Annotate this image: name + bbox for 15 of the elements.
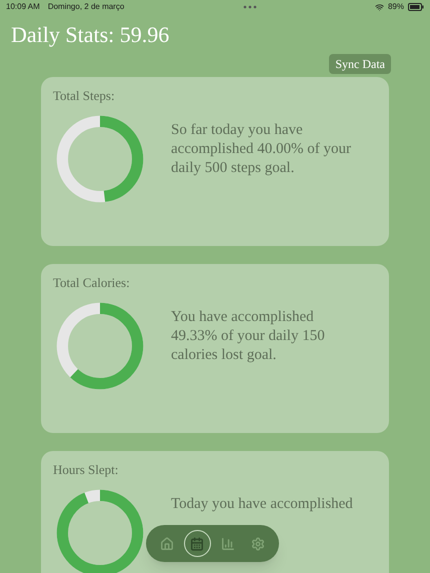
wifi-icon xyxy=(374,2,384,12)
card-description: You have accomplished 49.33% of your daily 150 calories lost goal. xyxy=(171,308,326,365)
card-description: So far today you have accomplished 40.00% of your daily 500 steps goal. xyxy=(171,121,352,178)
sync-data-button[interactable]: Sync Data xyxy=(329,54,391,74)
card-description: Today you have accomplished xyxy=(171,495,354,514)
card-title: Hours Slept: xyxy=(53,462,118,478)
card-title: Total Steps: xyxy=(53,88,115,104)
status-date: Domingo, 2 de março xyxy=(48,1,124,13)
calendar-icon[interactable] xyxy=(184,530,211,557)
status-time: 10:09 AM xyxy=(6,1,40,13)
battery-percent: 89% xyxy=(388,1,404,13)
page-title: Daily Stats: 59.96 xyxy=(11,21,170,49)
card-title: Total Calories: xyxy=(53,275,130,291)
battery-icon xyxy=(408,3,424,11)
more-dots-icon xyxy=(242,5,257,9)
